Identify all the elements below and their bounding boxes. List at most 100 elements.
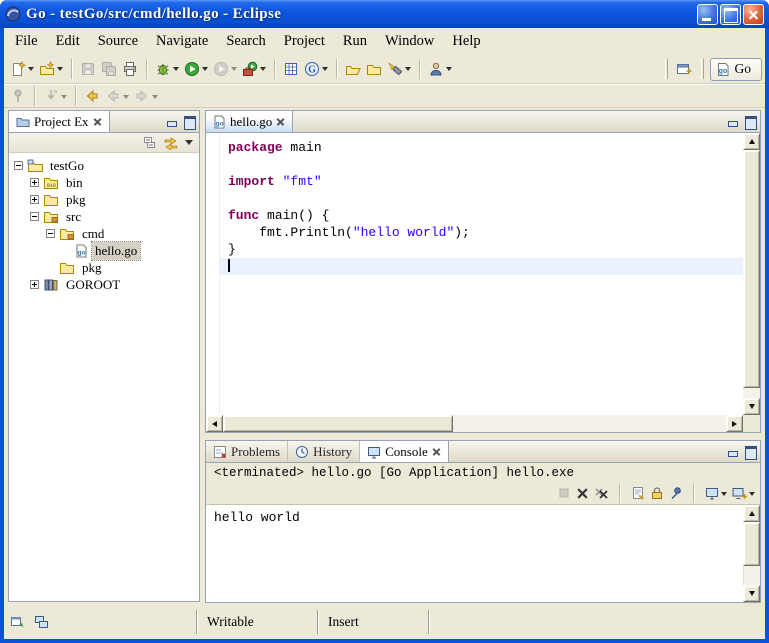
menu-run[interactable]: Run xyxy=(334,30,376,53)
toolbar-grip[interactable] xyxy=(665,59,668,79)
menu-search[interactable]: Search xyxy=(217,30,274,53)
new-go-element-button[interactable] xyxy=(37,57,65,81)
link-with-editor-button[interactable] xyxy=(164,136,178,150)
annotation-ruler[interactable] xyxy=(206,133,220,415)
tab-problems[interactable]: Problems xyxy=(206,441,288,462)
team-button[interactable] xyxy=(426,57,454,81)
close-icon[interactable] xyxy=(276,117,285,126)
editor-horizontal-scrollbar[interactable] xyxy=(206,415,743,432)
scroll-down-button[interactable] xyxy=(743,398,760,415)
open-perspective-button[interactable] xyxy=(674,57,694,81)
code-line[interactable]: fmt.Println("hello world"); xyxy=(220,224,743,241)
scroll-thumb[interactable] xyxy=(223,415,453,432)
maximize-view-button[interactable] xyxy=(745,446,756,457)
menu-navigate[interactable]: Navigate xyxy=(147,30,217,53)
display-console-button[interactable] xyxy=(705,486,727,500)
close-icon[interactable] xyxy=(432,447,441,456)
clear-console-button[interactable] xyxy=(631,486,645,500)
new-button[interactable] xyxy=(8,57,36,81)
open-console-button[interactable] xyxy=(732,486,755,500)
minimize-editor-button[interactable] xyxy=(727,116,738,127)
menu-source[interactable]: Source xyxy=(89,30,147,53)
terminate-button[interactable] xyxy=(557,486,571,500)
tree-item-cmd[interactable]: cmd xyxy=(14,225,199,242)
save-button[interactable] xyxy=(78,57,98,81)
maximize-view-button[interactable] xyxy=(184,116,195,127)
console-vertical-scrollbar[interactable] xyxy=(743,505,760,602)
next-annotation-button[interactable] xyxy=(41,84,69,108)
scroll-up-button[interactable] xyxy=(743,505,760,522)
minimize-view-button[interactable] xyxy=(166,116,177,127)
tree-item-pkg[interactable]: pkg xyxy=(14,191,199,208)
remove-all-terminated-button[interactable] xyxy=(594,487,609,500)
maximize-window-button[interactable] xyxy=(720,4,741,25)
editor-code[interactable]: package main import "fmt" func main() { fm… xyxy=(220,133,743,415)
save-all-button[interactable] xyxy=(99,57,119,81)
tree-expand-icon[interactable] xyxy=(30,280,39,289)
tree-expand-icon[interactable] xyxy=(30,178,39,187)
print-button[interactable] xyxy=(120,57,140,81)
pin-editor-button[interactable] xyxy=(8,84,28,108)
last-edit-location-button[interactable] xyxy=(82,84,102,108)
scroll-down-button[interactable] xyxy=(743,585,760,602)
scroll-right-button[interactable] xyxy=(726,415,743,432)
new-go-project-button[interactable] xyxy=(281,57,301,81)
views-button[interactable] xyxy=(34,615,49,629)
run-history-button[interactable] xyxy=(211,57,239,81)
code-line[interactable] xyxy=(220,258,743,275)
tab-hello-go[interactable]: go hello.go xyxy=(206,111,293,132)
tree-item-src-pkg[interactable]: pkg xyxy=(14,259,199,276)
scroll-up-button[interactable] xyxy=(743,133,760,150)
code-line[interactable]: import "fmt" xyxy=(220,173,743,190)
external-tools-button[interactable] xyxy=(240,57,268,81)
minimize-view-button[interactable] xyxy=(727,446,738,457)
toolbar-grip[interactable] xyxy=(701,59,704,79)
close-window-button[interactable] xyxy=(743,4,764,25)
fast-view-button[interactable] xyxy=(10,615,25,629)
pin-console-button[interactable] xyxy=(669,486,683,500)
tree-collapse-icon[interactable] xyxy=(14,161,23,170)
remove-launch-button[interactable] xyxy=(576,487,589,500)
code-line[interactable]: func main() { xyxy=(220,207,743,224)
tab-project-explorer[interactable]: Project Ex xyxy=(9,111,110,132)
scroll-left-button[interactable] xyxy=(206,415,223,432)
forward-button[interactable] xyxy=(132,84,160,108)
tree-item-goroot[interactable]: GOROOT xyxy=(14,276,199,293)
code-line[interactable] xyxy=(220,156,743,173)
tree-item-testgo[interactable]: testGo xyxy=(14,157,199,174)
tree-collapse-icon[interactable] xyxy=(46,229,55,238)
code-line[interactable] xyxy=(220,190,743,207)
go-perspective-button[interactable]: go Go xyxy=(710,58,763,81)
scroll-lock-button[interactable] xyxy=(650,486,664,500)
open-project-button[interactable] xyxy=(364,57,384,81)
tree-item-src[interactable]: src xyxy=(14,208,199,225)
debug-button[interactable] xyxy=(153,57,181,81)
scroll-thumb[interactable] xyxy=(743,150,760,388)
tree-item-hello-go[interactable]: go hello.go xyxy=(14,242,199,259)
go-tools-button[interactable]: G xyxy=(302,57,330,81)
console-output-text[interactable]: hello world xyxy=(206,505,743,602)
menu-edit[interactable]: Edit xyxy=(47,30,89,53)
tree-item-bin[interactable]: 010 bin xyxy=(14,174,199,191)
run-button[interactable] xyxy=(182,57,210,81)
open-resource-button[interactable] xyxy=(343,57,363,81)
titlebar[interactable]: Go - testGo/src/cmd/hello.go - Eclipse xyxy=(0,0,769,28)
menu-project[interactable]: Project xyxy=(275,30,334,53)
back-button[interactable] xyxy=(103,84,131,108)
editor-vertical-scrollbar[interactable] xyxy=(743,133,760,415)
tab-history[interactable]: History xyxy=(288,441,360,462)
tree-expand-icon[interactable] xyxy=(30,195,39,204)
code-line[interactable]: package main xyxy=(220,139,743,156)
tab-console[interactable]: Console xyxy=(360,441,449,462)
minimize-window-button[interactable] xyxy=(697,4,718,25)
search-button[interactable] xyxy=(385,57,413,81)
scroll-thumb[interactable] xyxy=(743,522,760,566)
collapse-all-button[interactable] xyxy=(143,136,157,150)
code-line[interactable]: } xyxy=(220,241,743,258)
console-output-area[interactable]: hello world xyxy=(206,504,760,602)
menu-file[interactable]: File xyxy=(6,30,47,53)
view-menu-icon[interactable] xyxy=(185,140,193,145)
maximize-editor-button[interactable] xyxy=(745,116,756,127)
close-icon[interactable] xyxy=(93,117,102,126)
tree-collapse-icon[interactable] xyxy=(30,212,39,221)
